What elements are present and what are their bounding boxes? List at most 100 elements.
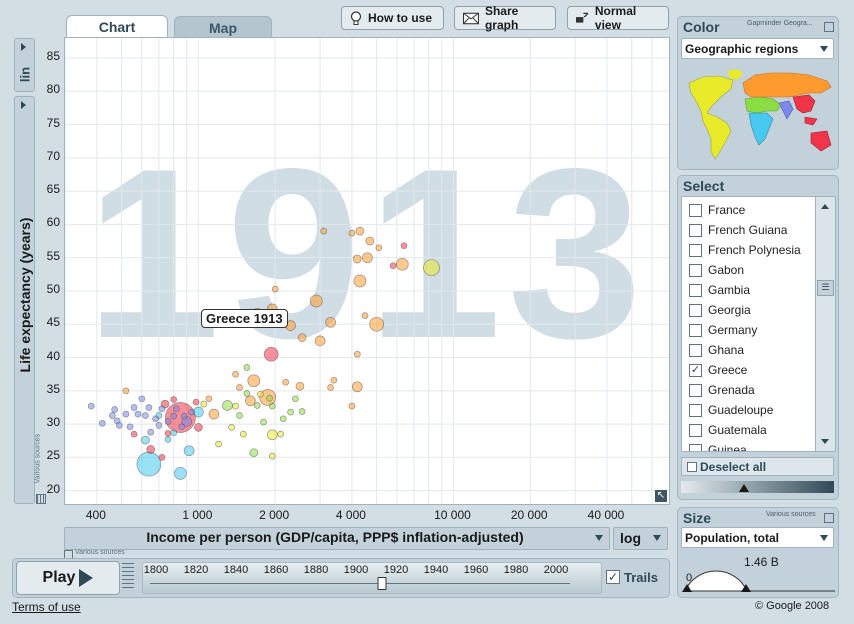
data-point[interactable] (146, 445, 156, 454)
data-point[interactable] (266, 429, 278, 441)
data-point[interactable] (122, 410, 130, 418)
select-checkbox[interactable] (689, 203, 702, 217)
data-point[interactable] (152, 415, 159, 423)
select-list-item[interactable]: Grenada (689, 380, 755, 400)
data-point[interactable] (147, 428, 155, 436)
data-point[interactable] (194, 423, 203, 432)
data-point[interactable] (253, 402, 261, 409)
select-checkbox[interactable] (689, 263, 702, 277)
size-min-handle[interactable] (682, 584, 692, 592)
data-point[interactable] (369, 316, 385, 332)
select-checkbox[interactable] (689, 383, 702, 397)
data-point[interactable] (87, 402, 95, 410)
data-point[interactable] (228, 424, 235, 431)
share-graph-button[interactable]: Share graph (454, 4, 556, 32)
select-checkbox[interactable] (689, 323, 702, 337)
data-point[interactable] (249, 448, 259, 458)
select-list-item[interactable]: Guinea (689, 440, 747, 451)
size-selector[interactable]: Population, total (681, 527, 834, 548)
opacity-handle[interactable] (739, 484, 749, 492)
chart-area[interactable]: 1913 Greece 1913 ↖ (64, 37, 670, 505)
data-point[interactable] (122, 387, 130, 395)
data-point[interactable] (361, 312, 369, 319)
data-point[interactable] (243, 364, 251, 371)
data-point[interactable] (180, 412, 188, 420)
data-point[interactable] (164, 418, 172, 425)
select-list-item[interactable]: French Polynesia (689, 240, 801, 260)
data-point[interactable] (355, 226, 365, 236)
data-point[interactable] (268, 402, 276, 410)
data-point[interactable] (208, 408, 220, 420)
data-point[interactable] (245, 395, 256, 407)
trails-checkbox[interactable]: ✓ (606, 570, 620, 584)
data-point[interactable] (192, 398, 200, 406)
opacity-slider[interactable] (681, 481, 834, 493)
data-point[interactable] (389, 262, 397, 270)
data-point[interactable] (236, 384, 243, 391)
data-point[interactable] (279, 415, 287, 423)
data-point[interactable] (325, 316, 336, 328)
data-point[interactable] (330, 376, 338, 384)
data-point[interactable] (260, 418, 267, 426)
data-point[interactable] (170, 429, 178, 437)
data-point[interactable] (320, 227, 328, 235)
data-point[interactable] (309, 294, 323, 308)
data-point[interactable] (348, 229, 356, 237)
x-axis-selector[interactable]: Income per person (GDP/capita, PPP$ infl… (64, 527, 610, 550)
data-point[interactable] (268, 452, 276, 460)
data-point[interactable] (266, 394, 273, 402)
select-list-item[interactable]: Guadeloupe (689, 400, 773, 420)
expand-corner-icon[interactable]: ↖ (655, 490, 667, 502)
x-scale-selector[interactable]: log (613, 527, 668, 550)
data-point[interactable] (263, 346, 279, 362)
terms-link[interactable]: Terms of use (12, 600, 81, 614)
select-checkbox[interactable] (689, 423, 702, 437)
select-list-item[interactable]: Gambia (689, 280, 750, 300)
data-point[interactable] (174, 467, 187, 480)
data-point[interactable] (298, 408, 306, 415)
data-point[interactable] (423, 259, 440, 277)
data-point[interactable] (362, 252, 373, 264)
select-list[interactable]: France French Guiana French Polynesia Gabon… (681, 196, 836, 452)
color-selector[interactable]: Geographic regions (681, 38, 834, 59)
data-point[interactable] (243, 390, 251, 397)
select-checkbox[interactable] (689, 243, 702, 257)
data-point[interactable] (178, 423, 186, 431)
size-grid-icon[interactable] (824, 513, 834, 523)
data-point[interactable] (141, 435, 150, 445)
data-point[interactable] (327, 384, 334, 391)
data-point[interactable] (193, 406, 204, 418)
data-point[interactable] (215, 440, 222, 448)
select-checkbox[interactable] (689, 443, 702, 451)
data-point[interactable] (239, 430, 247, 438)
data-point[interactable] (164, 436, 172, 443)
select-checkbox[interactable] (689, 303, 702, 317)
data-point[interactable] (134, 410, 142, 418)
data-point[interactable] (348, 402, 356, 410)
data-point[interactable] (98, 420, 106, 427)
data-point[interactable] (158, 454, 166, 461)
select-list-item[interactable]: Gabon (689, 260, 744, 280)
data-point[interactable] (287, 408, 294, 416)
data-point[interactable] (400, 242, 408, 250)
data-point[interactable] (222, 400, 233, 411)
data-point[interactable] (188, 408, 195, 416)
select-list-item[interactable]: Georgia (689, 300, 751, 320)
select-list-item[interactable]: ✓ Greece (689, 360, 747, 380)
data-point[interactable] (282, 378, 290, 386)
normal-view-button[interactable]: Normal view (567, 4, 669, 32)
data-point[interactable] (232, 402, 239, 410)
data-point[interactable] (109, 412, 116, 419)
data-point[interactable] (126, 423, 134, 431)
data-point[interactable] (200, 400, 208, 408)
data-point[interactable] (115, 422, 123, 429)
y-axis-selector[interactable]: Life expectancy (years) (14, 96, 35, 504)
data-point[interactable] (375, 244, 383, 252)
tab-map[interactable]: Map (174, 16, 272, 39)
data-point[interactable] (353, 274, 367, 288)
tab-chart[interactable]: Chart (66, 15, 168, 39)
data-point[interactable] (138, 395, 146, 403)
data-point[interactable] (136, 451, 162, 477)
select-list-item[interactable]: Ghana (689, 340, 744, 360)
timeline-handle[interactable] (377, 577, 387, 590)
